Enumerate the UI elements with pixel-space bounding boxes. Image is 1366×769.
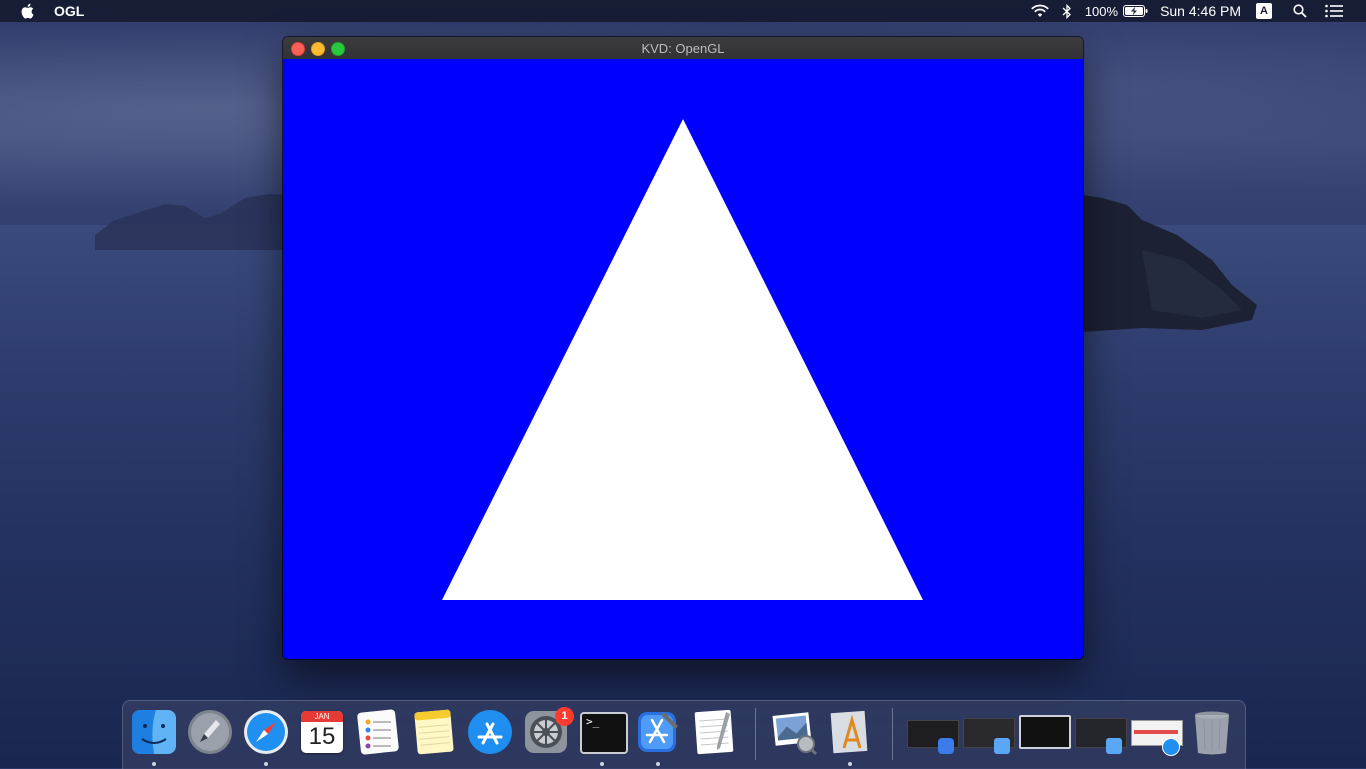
terminal-icon[interactable]: >_ <box>578 708 628 756</box>
notes-icon[interactable] <box>410 708 458 756</box>
dock-separator <box>755 708 756 760</box>
spotlight-search-icon[interactable] <box>1292 0 1308 22</box>
safari-badge-icon <box>1162 738 1180 756</box>
app-store-icon[interactable] <box>466 708 514 756</box>
instruments-icon[interactable] <box>826 708 874 756</box>
preview-icon[interactable] <box>770 708 818 756</box>
app-menu-name[interactable]: OGL <box>54 3 84 19</box>
minimized-window-thumbnail-1[interactable] <box>906 708 959 756</box>
reminders-icon[interactable] <box>354 708 402 756</box>
window-titlebar[interactable]: KVD: OpenGL <box>283 37 1083 60</box>
input-source-label: A <box>1256 3 1272 19</box>
desktop-island-right <box>1082 195 1257 332</box>
textedit-icon[interactable] <box>690 708 738 756</box>
battery-charging-icon[interactable] <box>1122 0 1148 22</box>
calendar-month: JAN <box>301 711 343 722</box>
dock-separator-2 <box>892 708 893 760</box>
minimized-window-thumbnail-4[interactable] <box>1074 708 1127 756</box>
battery-percent[interactable]: 100% <box>1085 4 1118 19</box>
minimized-window-thumbnail-2[interactable] <box>962 708 1015 756</box>
input-source-indicator[interactable]: A <box>1256 0 1272 22</box>
finder-icon[interactable] <box>130 708 178 756</box>
desktop-island-left <box>95 194 295 250</box>
opengl-window: KVD: OpenGL <box>283 37 1083 659</box>
apple-icon[interactable] <box>20 2 36 20</box>
menubar-clock[interactable]: Sun 4:46 PM <box>1160 3 1241 19</box>
finder-badge-icon-2 <box>1106 738 1122 754</box>
menu-bar: OGL 100% Sun 4:46 PM A <box>0 0 1366 22</box>
xcode-badge-icon <box>938 738 954 754</box>
wifi-icon[interactable] <box>1029 0 1051 22</box>
bluetooth-icon[interactable] <box>1061 0 1073 22</box>
minimized-window-thumbnail-5[interactable] <box>1130 708 1183 756</box>
finder-running-dot <box>152 762 156 766</box>
xcode-running-dot <box>656 762 660 766</box>
safari-running-dot <box>264 762 268 766</box>
calendar-icon[interactable]: JAN 15 <box>298 708 346 756</box>
terminal-running-dot <box>600 762 604 766</box>
launchpad-icon[interactable] <box>186 708 234 756</box>
render-surface <box>442 119 923 600</box>
trash-icon[interactable] <box>1188 708 1236 756</box>
finder-badge-icon <box>994 738 1010 754</box>
safari-icon[interactable] <box>242 708 290 756</box>
instruments-running-dot <box>848 762 852 766</box>
white-triangle <box>442 119 923 600</box>
calendar-day: 15 <box>308 723 336 750</box>
notification-badge: 1 <box>555 707 574 726</box>
opengl-canvas[interactable] <box>283 59 1083 659</box>
minimized-window-thumbnail-3[interactable] <box>1018 708 1071 756</box>
xcode-icon[interactable] <box>634 708 682 756</box>
terminal-prompt: >_ <box>586 715 600 728</box>
window-title: KVD: OpenGL <box>641 41 725 56</box>
notification-center-icon[interactable] <box>1324 0 1344 22</box>
